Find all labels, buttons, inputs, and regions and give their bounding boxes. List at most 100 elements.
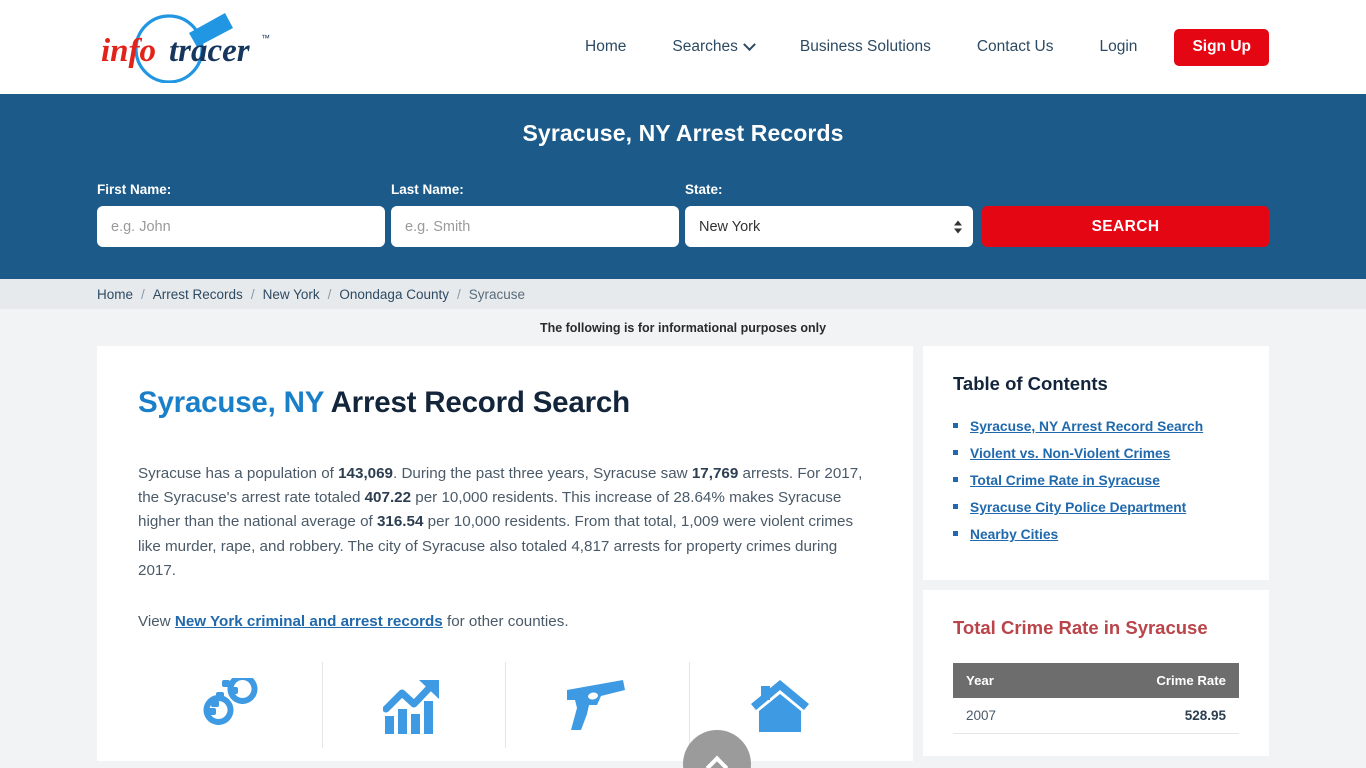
- sidebar: Table of Contents Syracuse, NY Arrest Re…: [923, 346, 1269, 766]
- bullet-icon: [953, 504, 958, 509]
- breadcrumb-separator: /: [141, 286, 145, 302]
- site-header: info tracer ™ Home Searches Business Sol…: [0, 0, 1366, 94]
- total-crime-rate-title: Total Crime Rate in Syracuse: [953, 617, 1208, 638]
- house-icon: [751, 680, 810, 733]
- page-title-comma: ,: [267, 386, 284, 419]
- toc-list-item[interactable]: Syracuse, NY Arrest Record Search: [953, 419, 1239, 434]
- page-title-rest: Arrest Record Search: [323, 386, 631, 419]
- nav-label: Business Solutions: [799, 38, 931, 55]
- last-name-label: Last Name:: [391, 182, 464, 197]
- state-select[interactable]: New York: [685, 206, 973, 247]
- search-button[interactable]: SEARCH: [982, 206, 1269, 247]
- breadcrumb-item-onondaga-county[interactable]: Onondaga County: [339, 287, 449, 302]
- sign-up-button[interactable]: Sign Up: [1174, 28, 1269, 66]
- para-seg-1: Syracuse has a population of: [138, 465, 339, 482]
- table-header-row: Year Crime Rate: [953, 663, 1239, 698]
- table-of-contents-list: Syracuse, NY Arrest Record Search Violen…: [953, 419, 1239, 542]
- table-of-contents-title: Table of Contents: [953, 373, 1108, 394]
- icon-cell-crime-trend[interactable]: [321, 662, 506, 750]
- toc-link-nearby-cities[interactable]: Nearby Cities: [970, 527, 1058, 542]
- gun-icon: [566, 680, 625, 731]
- total-crime-rate-card: Total Crime Rate in Syracuse Year Crime …: [923, 590, 1269, 756]
- bullet-icon: [953, 477, 958, 482]
- nav-label: Searches: [672, 38, 738, 55]
- first-name-label: First Name:: [97, 182, 172, 197]
- nav-item-searches[interactable]: Searches: [649, 37, 776, 56]
- arrest-records-search-form: First Name: Last Name: State: New York S…: [97, 182, 1269, 247]
- nav-item-login[interactable]: Login: [1077, 38, 1161, 56]
- bullet-icon: [953, 423, 958, 428]
- page-title-city: Syracuse: [138, 386, 268, 419]
- state-label: State:: [685, 182, 723, 197]
- nav-item-business-solutions[interactable]: Business Solutions: [777, 38, 954, 56]
- state-field-group: State: New York: [685, 182, 973, 247]
- page-content: Syracuse, NY Arrest Record Search Syracu…: [97, 346, 1269, 768]
- nav-label: Contact Us: [976, 38, 1054, 55]
- para-seg-2: . During the past three years, Syracuse …: [393, 465, 692, 482]
- toc-link-total-crime-rate[interactable]: Total Crime Rate in Syracuse: [970, 473, 1160, 488]
- bullet-icon: [953, 531, 958, 536]
- page-title-state: NY: [283, 386, 324, 419]
- chevron-up-icon: [705, 755, 729, 768]
- nav-item-contact-us[interactable]: Contact Us: [954, 38, 1077, 56]
- cell-crime-rate: 528.95: [1058, 698, 1239, 734]
- nav-item-home[interactable]: Home: [562, 38, 649, 56]
- toc-list-item[interactable]: Total Crime Rate in Syracuse: [953, 473, 1239, 488]
- svg-text:tracer: tracer: [169, 33, 251, 69]
- icon-cell-gun[interactable]: [505, 662, 689, 750]
- column-header-year: Year: [953, 663, 1059, 698]
- band-title: Syracuse, NY Arrest Records: [522, 120, 844, 146]
- infotracer-logo[interactable]: info tracer ™: [97, 11, 272, 83]
- breadcrumb-separator: /: [327, 286, 332, 302]
- toc-link-arrest-record-search[interactable]: Syracuse, NY Arrest Record Search: [970, 419, 1203, 434]
- crime-rate-table: Year Crime Rate 2007 528.95: [953, 663, 1239, 734]
- main-content-card: Syracuse, NY Arrest Record Search Syracu…: [97, 346, 913, 768]
- arrest-rate-value: 407.22: [364, 489, 412, 507]
- chevron-down-icon: [742, 37, 756, 51]
- crime-rate-table-head: Year Crime Rate: [953, 663, 1239, 698]
- breadcrumb-separator: /: [250, 286, 255, 302]
- toc-link-violent-vs-nonviolent[interactable]: Violent vs. Non-Violent Crimes: [970, 446, 1170, 461]
- state-select-wrapper: New York: [685, 206, 973, 247]
- informational-notice: The following is for informational purpo…: [539, 321, 827, 335]
- breadcrumb-item-arrest-records[interactable]: Arrest Records: [153, 287, 243, 302]
- icon-cell-handcuffs[interactable]: [138, 670, 322, 750]
- breadcrumb-item-new-york[interactable]: New York: [263, 287, 320, 302]
- crime-rate-table-body: 2007 528.95: [953, 698, 1239, 734]
- table-row: 2007 528.95: [953, 698, 1239, 734]
- search-band: Syracuse, NY Arrest Records First Name: …: [0, 94, 1366, 279]
- toc-list-item[interactable]: Nearby Cities: [953, 527, 1239, 542]
- main-navigation: Home Searches Business Solutions Contact…: [562, 28, 1269, 66]
- breadcrumb-item-home[interactable]: Home: [97, 287, 133, 302]
- toc-list-item[interactable]: Violent vs. Non-Violent Crimes: [953, 446, 1239, 461]
- last-name-input[interactable]: [391, 206, 679, 247]
- view-other-counties-line: View New York criminal and arrest record…: [138, 610, 872, 634]
- national-average-value: 316.54: [376, 513, 424, 531]
- view-suffix: for other counties.: [442, 613, 569, 631]
- breadcrumb-separator: /: [456, 286, 461, 302]
- toc-list-item[interactable]: Syracuse City Police Department: [953, 500, 1239, 515]
- arrests-value: 17,769: [691, 465, 739, 482]
- view-prefix: View: [138, 613, 175, 631]
- crime-category-icon-row: [138, 662, 872, 750]
- nav-label: Login: [1099, 38, 1138, 55]
- svg-text:™: ™: [261, 33, 270, 43]
- column-header-crime-rate: Crime Rate: [1058, 663, 1239, 698]
- svg-text:info: info: [101, 33, 156, 69]
- first-name-field-group: First Name:: [97, 182, 385, 247]
- page-title: Syracuse, NY Arrest Record Search: [138, 386, 872, 420]
- population-value: 143,069: [338, 465, 394, 482]
- breadcrumb-item-syracuse: Syracuse: [468, 286, 526, 302]
- logo-svg: info tracer ™: [101, 13, 270, 83]
- toc-link-police-department[interactable]: Syracuse City Police Department: [970, 500, 1186, 515]
- new-york-records-link[interactable]: New York criminal and arrest records: [175, 613, 443, 630]
- breadcrumb: Home / Arrest Records / New York / Onond…: [0, 279, 1366, 309]
- crime-trend-chart-icon: [383, 680, 440, 735]
- nav-label: Home: [585, 38, 627, 55]
- summary-paragraph: Syracuse has a population of 143,069. Du…: [138, 462, 872, 583]
- last-name-field-group: Last Name:: [391, 182, 679, 247]
- cell-year: 2007: [953, 698, 1059, 734]
- first-name-input[interactable]: [97, 206, 385, 247]
- handcuffs-icon: [203, 678, 258, 726]
- table-of-contents-card: Table of Contents Syracuse, NY Arrest Re…: [923, 346, 1269, 580]
